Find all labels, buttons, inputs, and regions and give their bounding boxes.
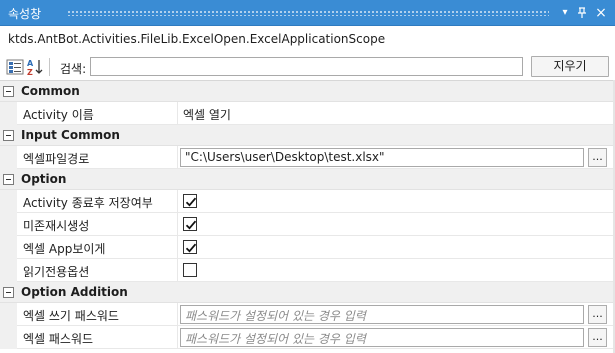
check-icon: [185, 243, 197, 253]
property-name-label: Activity 종료후 저장여부: [23, 196, 153, 210]
category-label: Option Addition: [21, 285, 128, 299]
category-option-addition[interactable]: Option Addition: [0, 282, 615, 303]
category-label: Option: [21, 172, 67, 186]
row-gutter: [0, 259, 17, 282]
property-value: [178, 190, 615, 213]
property-row-excel-file-path[interactable]: 엑셀파일경로 "C:\Users\user\Desktop\test.xlsx"…: [0, 146, 615, 169]
property-value: [178, 236, 615, 259]
property-name-label: 엑셀 App보이게: [23, 242, 106, 256]
property-name-label: 엑셀 쓰기 패스워드: [23, 309, 119, 323]
row-gutter: [0, 146, 17, 169]
pin-icon[interactable]: [575, 5, 589, 21]
row-gutter: [0, 213, 17, 236]
browse-button[interactable]: ...: [588, 328, 607, 347]
row-gutter: [0, 236, 17, 259]
search-label: 검색:: [60, 62, 87, 76]
property-name: 엑셀 패스워드: [17, 326, 178, 349]
property-name: Activity 이름: [17, 102, 178, 125]
close-icon[interactable]: ×: [594, 5, 608, 21]
property-value: [178, 213, 615, 236]
property-row-save-on-exit[interactable]: Activity 종료후 저장여부: [0, 190, 615, 213]
property-name-label: 미존재시생성: [23, 219, 90, 233]
category-common[interactable]: Common: [0, 81, 615, 102]
property-value: [178, 259, 615, 282]
read-only-checkbox[interactable]: [183, 263, 197, 277]
category-label: Input Common: [21, 128, 120, 142]
search-input[interactable]: [90, 57, 523, 76]
category-option[interactable]: Option: [0, 169, 615, 190]
panel-title: 속성창: [8, 7, 42, 21]
property-name-label: 엑셀 패스워드: [23, 332, 94, 346]
svg-text:Z: Z: [27, 68, 33, 77]
property-grid: Common Activity 이름 엑셀 열기 Input Common 엑셀…: [0, 80, 615, 353]
property-name: Activity 종료후 저장여부: [17, 190, 178, 213]
check-icon: [185, 220, 197, 230]
categorized-view-icon[interactable]: [6, 57, 24, 77]
property-value: 패스워드가 설정되어 있는 경우 입력 ...: [178, 326, 615, 349]
svg-text:A: A: [27, 59, 34, 68]
row-gutter: [0, 190, 17, 213]
property-value: "C:\Users\user\Desktop\test.xlsx" ...: [178, 146, 615, 169]
property-name-label: 엑셀파일경로: [23, 152, 90, 166]
check-icon: [185, 197, 197, 207]
clear-button[interactable]: 지우기: [531, 56, 609, 77]
category-input-common[interactable]: Input Common: [0, 125, 615, 146]
category-label: Common: [21, 84, 80, 98]
property-name: 미존재시생성: [17, 213, 178, 236]
title-grip: [67, 10, 549, 16]
browse-button[interactable]: ...: [588, 148, 607, 167]
property-value: 패스워드가 설정되어 있는 경우 입력 ...: [178, 303, 615, 326]
property-row-read-only[interactable]: 읽기전용옵션: [0, 259, 615, 282]
toolbar-separator: [49, 58, 50, 76]
property-row-password[interactable]: 엑셀 패스워드 패스워드가 설정되어 있는 경우 입력 ...: [0, 326, 615, 349]
property-name-label: Activity 이름: [23, 108, 94, 122]
property-name-label: 읽기전용옵션: [23, 265, 90, 279]
dropdown-icon[interactable]: ▾: [558, 5, 572, 21]
save-on-exit-checkbox[interactable]: [183, 194, 197, 208]
collapse-icon[interactable]: [3, 174, 14, 185]
property-row-create-if-missing[interactable]: 미존재시생성: [0, 213, 615, 236]
activity-name-value[interactable]: 엑셀 열기: [183, 106, 231, 123]
property-row-activity-name[interactable]: Activity 이름 엑셀 열기: [0, 102, 615, 125]
property-name: 읽기전용옵션: [17, 259, 178, 282]
property-name: 엑셀파일경로: [17, 146, 178, 169]
property-name: 엑셀 App보이게: [17, 236, 178, 259]
create-if-missing-checkbox[interactable]: [183, 217, 197, 231]
panel-titlebar[interactable]: 속성창 ▾ ×: [0, 0, 615, 26]
property-name: 엑셀 쓰기 패스워드: [17, 303, 178, 326]
collapse-icon[interactable]: [3, 130, 14, 141]
browse-button[interactable]: ...: [588, 305, 607, 324]
collapse-icon[interactable]: [3, 287, 14, 298]
password-input[interactable]: 패스워드가 설정되어 있는 경우 입력: [180, 328, 584, 347]
excel-file-path-input[interactable]: "C:\Users\user\Desktop\test.xlsx": [180, 148, 584, 167]
activity-scope-name: ktds.AntBot.Activities.FileLib.ExcelOpen…: [8, 32, 386, 46]
alphabetical-sort-icon[interactable]: A Z: [26, 57, 44, 77]
toolbar: A Z 검색: 지우기: [0, 55, 615, 80]
row-gutter: [0, 102, 17, 125]
collapse-icon[interactable]: [3, 86, 14, 97]
show-excel-app-checkbox[interactable]: [183, 240, 197, 254]
row-gutter: [0, 303, 17, 326]
property-row-write-password[interactable]: 엑셀 쓰기 패스워드 패스워드가 설정되어 있는 경우 입력 ...: [0, 303, 615, 326]
write-password-input[interactable]: 패스워드가 설정되어 있는 경우 입력: [180, 305, 584, 324]
row-gutter: [0, 326, 17, 349]
property-row-show-excel-app[interactable]: 엑셀 App보이게: [0, 236, 615, 259]
property-value[interactable]: 엑셀 열기: [178, 102, 615, 125]
